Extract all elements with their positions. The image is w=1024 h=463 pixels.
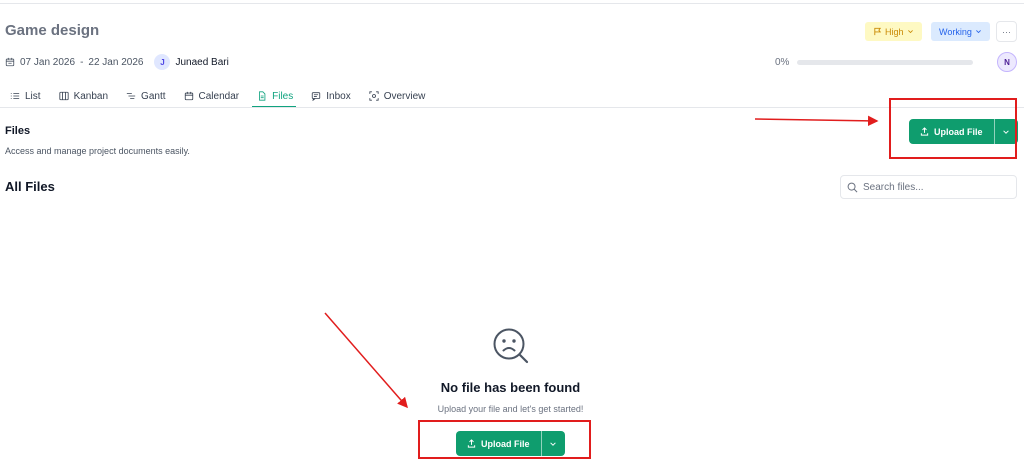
empty-upload-options-button[interactable] — [540, 431, 565, 456]
more-icon: ··· — [1002, 26, 1011, 37]
tab-label: Overview — [383, 91, 426, 102]
project-meta: 07 Jan 2026 - 22 Jan 2026 J Junaed Bari — [5, 54, 229, 70]
empty-state-title: No file has been found — [440, 380, 581, 395]
empty-upload-split-button: Upload File — [456, 431, 565, 456]
upload-file-split-button: Upload File — [909, 119, 1018, 144]
sad-search-icon — [493, 328, 529, 364]
chevron-down-icon — [550, 441, 556, 446]
upload-file-label: Upload File — [481, 438, 530, 449]
upload-file-button[interactable]: Upload File — [909, 119, 994, 144]
progress-label: 0% — [775, 57, 790, 68]
tab-label: Gantt — [141, 91, 166, 102]
tab-kanban[interactable]: Kanban — [54, 86, 111, 108]
priority-label: High — [885, 26, 904, 37]
upload-icon — [467, 439, 476, 448]
file-icon — [259, 91, 266, 101]
tab-label: Inbox — [326, 91, 351, 102]
upload-options-button[interactable] — [993, 119, 1018, 144]
assignee-avatar: J — [154, 54, 171, 70]
empty-upload-file-button[interactable]: Upload File — [456, 431, 541, 456]
tab-inbox[interactable]: Inbox — [306, 86, 353, 108]
tab-calendar[interactable]: Calendar — [179, 86, 243, 108]
tab-files[interactable]: Files — [252, 86, 297, 108]
user-avatar[interactable]: N — [997, 52, 1017, 72]
list-icon — [10, 93, 20, 99]
gantt-icon — [126, 93, 136, 99]
project-title: Game design — [5, 22, 100, 39]
date-separator: - — [80, 56, 84, 68]
status-dropdown[interactable]: Working — [931, 22, 990, 41]
tab-label: Files — [272, 91, 294, 102]
tab-label: List — [25, 91, 41, 102]
top-border — [0, 0, 1024, 4]
tab-list[interactable]: List — [5, 86, 44, 108]
inbox-icon — [312, 92, 321, 101]
search-box — [840, 175, 1017, 199]
chevron-down-icon — [975, 30, 981, 34]
view-tabs: List Kanban Gantt Calendar Files Inbox O… — [5, 86, 428, 108]
assignee-name: Junaed Bari — [175, 56, 229, 68]
end-date: 22 Jan 2026 — [88, 56, 144, 68]
overview-icon — [369, 91, 379, 101]
kanban-icon — [58, 91, 69, 101]
tab-label: Kanban — [73, 91, 109, 102]
calendar-icon — [5, 57, 15, 67]
files-section-description: Access and manage project documents easi… — [5, 146, 190, 156]
upload-icon — [920, 127, 929, 136]
tab-overview[interactable]: Overview — [364, 86, 429, 108]
tab-label: Calendar — [198, 91, 240, 102]
tab-gantt[interactable]: Gantt — [121, 86, 168, 108]
progress-bar — [797, 60, 973, 65]
chevron-down-icon — [1003, 129, 1009, 134]
flag-icon — [874, 27, 882, 36]
search-files-input[interactable] — [863, 181, 1003, 193]
more-options-button[interactable]: ··· — [996, 21, 1017, 42]
priority-dropdown[interactable]: High — [865, 22, 922, 41]
all-files-title: All Files — [5, 179, 55, 194]
empty-state-description: Upload your file and let's get started! — [437, 404, 584, 414]
search-icon — [847, 182, 858, 192]
status-label: Working — [939, 26, 972, 37]
upload-file-label: Upload File — [934, 126, 983, 137]
files-section-title: Files — [5, 125, 31, 137]
chevron-down-icon — [907, 30, 913, 34]
start-date: 07 Jan 2026 — [20, 56, 76, 68]
calendar-icon — [184, 91, 193, 101]
annotation-arrow-top — [754, 115, 879, 127]
tabs-divider — [0, 107, 1024, 108]
